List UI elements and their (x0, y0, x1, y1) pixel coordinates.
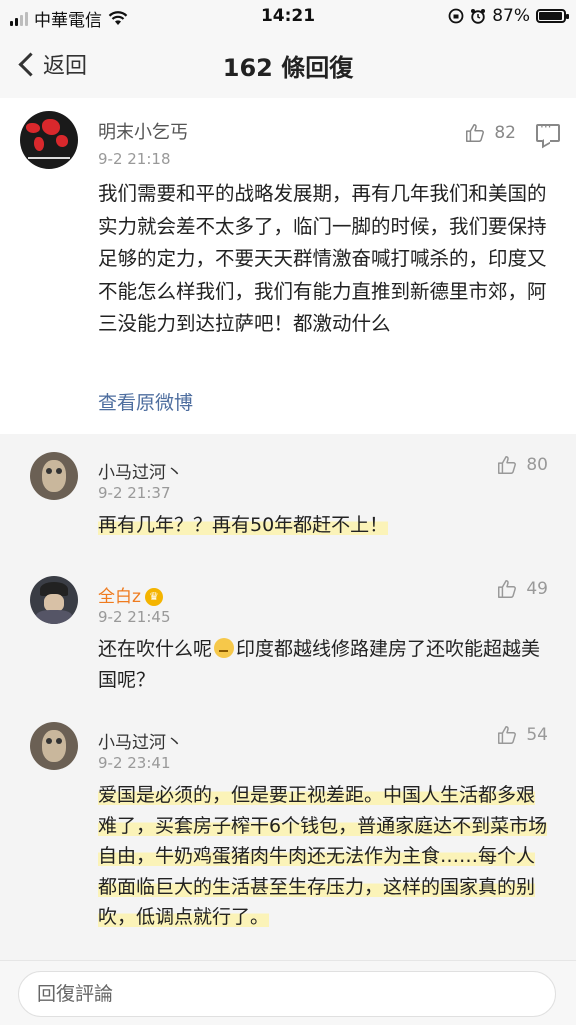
reply-item: 小马过河丶 9-2 21:37 80 再有几年？？再有50年都赶不上！ (0, 434, 576, 558)
reply-avatar[interactable] (30, 576, 78, 624)
page-title: 162 條回復 (222, 54, 354, 82)
alarm-icon (471, 9, 486, 24)
post-author-avatar[interactable] (20, 111, 78, 169)
post-like-button[interactable]: 82 (464, 122, 516, 144)
reply-text: 爱国是必须的，但是要正视差距。中国人生活都多艰难了，买套房子榨干6个钱包，普通家… (98, 780, 550, 933)
reply-like-count: 54 (526, 725, 548, 745)
highlighted-text: 爱国是必须的，但是要正视差距。中国人生活都多艰难了，买套房子榨干6个钱包，普通家… (98, 784, 548, 928)
thinking-emoji-icon (214, 638, 235, 658)
post-text: 我们需要和平的战略发展期，再有几年我们和美国的实力就会差不太多了，临门一脚的时候… (98, 182, 547, 335)
reply-text: 还在吹什么呢 印度都越线修路建房了还吹能超越美国呢？ (98, 634, 550, 695)
post-author-name[interactable]: 明末小乞丐 (98, 118, 188, 144)
post-like-count: 82 (494, 123, 516, 143)
reply-list: 小马过河丶 9-2 21:37 80 再有几年？？再有50年都赶不上！ 全白z ♛… (0, 434, 576, 960)
reply-author-label: 全白z (98, 587, 141, 607)
reply-item: 小马过河丶 9-2 23:41 54 爱国是必须的，但是要正视差距。中国人生活都… (0, 704, 576, 960)
reply-author-name[interactable]: 小马过河丶 (98, 458, 183, 483)
reply-like-count: 80 (526, 455, 548, 475)
post-time: 9-2 21:18 (98, 150, 171, 168)
reply-author-name[interactable]: 小马过河丶 (98, 728, 183, 753)
reply-item: 全白z ♛ 9-2 21:45 49 还在吹什么呢 印度都越线修路建房了还吹能超越美… (0, 558, 576, 704)
thumbs-up-icon (498, 580, 517, 598)
comment-icon[interactable] (536, 120, 560, 142)
thumbs-up-icon (466, 124, 485, 142)
reply-time: 9-2 21:37 (98, 484, 171, 502)
reply-time: 9-2 21:45 (98, 608, 171, 626)
view-original-link[interactable]: 查看原微博 (98, 388, 193, 415)
comment-input[interactable]: 回復評論 (18, 971, 556, 1017)
highlighted-text: 再有几年？？再有50年都赶不上！ (98, 514, 389, 536)
battery-icon (536, 9, 569, 23)
reply-like-count: 49 (526, 579, 548, 599)
status-right: 87% (448, 6, 569, 26)
reply-avatar[interactable] (30, 452, 78, 500)
rotation-lock-icon (448, 8, 464, 24)
reply-text: 再有几年？？再有50年都赶不上！ (98, 510, 550, 541)
reply-like-button[interactable]: 54 (496, 724, 548, 746)
main-post: 明末小乞丐 9-2 21:18 82 我们需要和平的战略发展期，再有几年我们和美… (0, 98, 576, 434)
nav-bar: 返回 162 條回復 (0, 32, 576, 99)
battery-percent: 87% (492, 6, 530, 26)
reply-text-part: 还在吹什么呢 (98, 638, 213, 660)
thumbs-up-icon (498, 456, 517, 474)
thumbs-up-icon (498, 726, 517, 744)
vip-crown-icon: ♛ (144, 588, 163, 606)
reply-like-button[interactable]: 80 (496, 454, 548, 476)
reply-time: 9-2 23:41 (98, 754, 171, 772)
reply-author-name[interactable]: 全白z ♛ (98, 582, 163, 607)
comment-bar: 回復評論 (0, 960, 576, 1025)
reply-avatar[interactable] (30, 722, 78, 770)
status-bar: 中華電信 14:21 87% (0, 0, 576, 32)
reply-like-button[interactable]: 49 (496, 578, 548, 600)
